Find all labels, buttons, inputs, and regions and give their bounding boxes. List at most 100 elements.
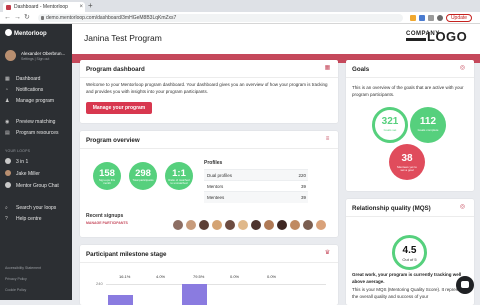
- stat-participants: 298 Total participants: [129, 162, 157, 190]
- avatar[interactable]: [5, 50, 16, 61]
- avatar[interactable]: [264, 220, 274, 230]
- your-loops-heading: YOUR LOOPS: [5, 149, 31, 153]
- trophy-icon: ♛: [324, 250, 331, 256]
- avatar[interactable]: [225, 220, 235, 230]
- avatar[interactable]: [303, 220, 313, 230]
- stat-ratio: 1:1 Ratio of matched to unmatched: [165, 162, 193, 190]
- goals-set-stat: 321 Goals set: [372, 107, 408, 143]
- privacy-link[interactable]: Privacy Policy: [5, 277, 27, 281]
- chat-icon: [461, 281, 469, 288]
- profile-count: 39: [275, 191, 308, 203]
- goals-card: Goals ◎ This is an overview of the goals…: [346, 60, 474, 191]
- logo-bar: [406, 38, 426, 41]
- help-centre-link[interactable]: ? Help centre: [5, 216, 42, 223]
- table-row: Mentors 39: [204, 180, 308, 192]
- stat-value: 38: [401, 153, 413, 164]
- stat-label: Goals set: [383, 128, 397, 132]
- profile-type: Dual profiles: [204, 169, 276, 181]
- avatar: [5, 170, 11, 176]
- mentorloop-logo-icon: [5, 29, 12, 36]
- recent-signups-heading: Recent signups: [86, 213, 124, 219]
- grid-icon: ▦: [324, 65, 331, 71]
- loop-item[interactable]: Jake Miller: [5, 170, 40, 178]
- company-logo-line2: LOGO: [427, 29, 468, 44]
- user-name: Alexander Oberbrun...: [21, 51, 66, 56]
- chat-button[interactable]: [456, 276, 474, 294]
- browser-tab[interactable]: Dashboard - Mentorloop ×: [3, 2, 85, 12]
- forward-icon[interactable]: →: [14, 12, 21, 24]
- profile-type: Mentors: [204, 180, 276, 192]
- profile-icon[interactable]: [437, 15, 443, 21]
- stat-signups: 158 Sign-ups this month: [93, 162, 121, 190]
- avatar[interactable]: [173, 220, 183, 230]
- stat-value: 321: [381, 116, 399, 127]
- card-title: Relationship quality (MQS): [352, 205, 431, 212]
- accessibility-link[interactable]: Accessibility Statement: [5, 266, 41, 270]
- profile-type: Mentees: [204, 191, 276, 203]
- avatar[interactable]: [199, 220, 209, 230]
- sidebar-item-preview-matching[interactable]: ◉ Preview matching: [5, 119, 55, 126]
- url-input[interactable]: demo.mentorloop.com/dashboard/3mHGeM8B3L…: [38, 14, 403, 22]
- puzzle-icon[interactable]: [428, 15, 434, 21]
- sidebar-item-label: Manage program: [16, 98, 55, 104]
- stat-label: Goals complete: [417, 128, 439, 132]
- profile-count: 220: [275, 169, 308, 181]
- sidebar-item-label: Program resources: [16, 130, 59, 136]
- sidebar-item-notifications[interactable]: ◔ Notifications: [5, 87, 43, 94]
- list-icon: ≡: [325, 136, 330, 142]
- bell-icon: ◔: [5, 87, 9, 93]
- table-row: Dual profiles 220: [204, 169, 308, 181]
- sidebar-item-dashboard[interactable]: ▦ Dashboard: [5, 76, 40, 83]
- avatar[interactable]: [238, 220, 248, 230]
- mqs-score-ring: 4.5 Out of 5: [392, 235, 427, 270]
- user-links[interactable]: Settings | Sign out: [21, 57, 49, 61]
- divider: [80, 77, 338, 78]
- back-icon[interactable]: ←: [4, 12, 11, 24]
- sidebar-item-label: Dashboard: [16, 76, 41, 82]
- manage-program-button[interactable]: Manage your program: [86, 102, 152, 114]
- goals-description: This is an overview of the goals that ar…: [352, 85, 464, 97]
- table-row: Mentees 39: [204, 191, 308, 203]
- reload-icon[interactable]: ↻: [24, 12, 30, 24]
- milestone-percent: 79.5%: [193, 274, 205, 279]
- cookie-link[interactable]: Cookie Policy: [5, 288, 26, 292]
- sidebar-item-manage-program[interactable]: ♟ Manage program: [5, 98, 54, 105]
- mqs-score: 4.5: [402, 245, 417, 256]
- loop-item[interactable]: Mentor Group Chat: [5, 182, 59, 190]
- address-bar: ← → ↻ demo.mentorloop.com/dashboard/3mHG…: [0, 12, 480, 24]
- gridline: [106, 284, 326, 285]
- brand-logo[interactable]: Mentorloop: [5, 29, 47, 37]
- stat-label: Ratio of matched to unmatched: [168, 178, 190, 186]
- close-tab-icon[interactable]: ×: [79, 2, 83, 12]
- eye-icon: ◉: [5, 119, 10, 125]
- profiles-table: Dual profiles 220 Mentors 39 Mentees 39: [204, 169, 308, 203]
- avatar[interactable]: [277, 220, 287, 230]
- loop-item[interactable]: 3 in 1: [5, 158, 28, 166]
- milestone-percent: 0.0%: [267, 274, 277, 279]
- update-button[interactable]: Update: [446, 14, 472, 22]
- divider: [80, 262, 338, 263]
- avatar[interactable]: [186, 220, 196, 230]
- avatar[interactable]: [212, 220, 222, 230]
- milestone-card: Participant milestone stage ♛ 16.1% 4.0%…: [80, 245, 338, 305]
- mentorloop-favicon-icon: [6, 4, 11, 10]
- search-loops-link[interactable]: ⌕ Search your loops: [5, 205, 56, 212]
- manage-participants-link[interactable]: MANAGE PARTICIPANTS: [86, 220, 128, 227]
- extension-icon[interactable]: [410, 15, 416, 21]
- sidebar-item-program-resources[interactable]: ▤ Program resources: [5, 130, 59, 137]
- stat-label: Sign-ups this month: [98, 178, 116, 186]
- card-title: Program overview: [86, 137, 140, 144]
- avatar[interactable]: [290, 220, 300, 230]
- milestone-percent: 0.0%: [230, 274, 240, 279]
- target-icon: ◎: [459, 204, 466, 210]
- stat-label: Mentees yet to set a goal: [397, 165, 417, 173]
- divider: [346, 216, 474, 217]
- new-tab-button[interactable]: +: [88, 1, 93, 11]
- sidebar-item-label: Search your loops: [16, 205, 57, 211]
- help-icon: ?: [5, 216, 8, 222]
- sidebar-item-label: Help centre: [16, 216, 42, 222]
- people-icon: ♟: [5, 98, 10, 104]
- avatar[interactable]: [316, 220, 326, 230]
- extension-icon[interactable]: [419, 15, 425, 21]
- avatar[interactable]: [251, 220, 261, 230]
